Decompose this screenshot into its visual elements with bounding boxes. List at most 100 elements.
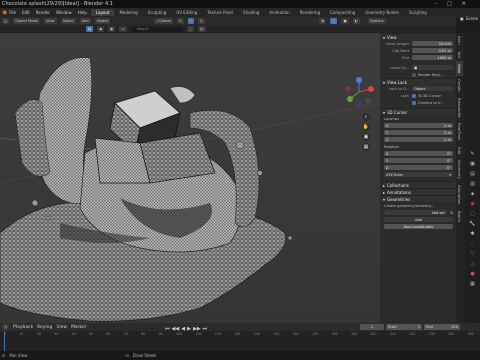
- tab-shading[interactable]: Shading: [238, 9, 264, 16]
- current-frame-field[interactable]: 1: [360, 324, 384, 330]
- render-region-checkbox[interactable]: [412, 72, 416, 77]
- timeline-editor-button[interactable]: ◷: [2, 324, 10, 330]
- proportional-button[interactable]: ◎: [197, 18, 205, 24]
- location-x-field[interactable]: X 0 m: [384, 123, 453, 128]
- mesh-select-button[interactable]: ◆: [97, 26, 105, 32]
- camera-icon[interactable]: ▣: [362, 133, 370, 141]
- rotation-y-field[interactable]: Y 0°: [384, 158, 453, 163]
- focal-length-field[interactable]: 50 mm: [412, 41, 453, 46]
- world-icon[interactable]: ◉: [470, 201, 474, 207]
- object-icon[interactable]: ▢: [470, 211, 475, 217]
- end-frame-field[interactable]: End 250: [424, 324, 460, 330]
- lock-camera-checkbox[interactable]: [412, 100, 416, 105]
- tab-animation[interactable]: Animation: [264, 9, 294, 16]
- location-z-field[interactable]: Z 0 m: [384, 137, 453, 142]
- view-layer-icon[interactable]: ▥: [470, 181, 475, 187]
- view-section-header[interactable]: ▾ View: [380, 33, 456, 40]
- constraints-icon[interactable]: ▽: [471, 251, 475, 257]
- tab-blenderkit[interactable]: BlenderKit: [456, 95, 463, 121]
- tab-texture-paint[interactable]: Texture Paint: [202, 9, 238, 16]
- filter-button[interactable]: ▦: [86, 26, 94, 32]
- keying-menu[interactable]: Keying: [37, 325, 52, 330]
- scene-icon[interactable]: ◈: [471, 191, 475, 197]
- collections-section-header[interactable]: ▸ Collections: [380, 181, 456, 188]
- rotation-x-field[interactable]: X 0°: [384, 151, 453, 156]
- add-menu[interactable]: Add: [79, 18, 91, 24]
- search-input[interactable]: Search: [130, 26, 183, 32]
- timeline-area[interactable]: 0 10 20 30 40 50 60 70 80 90 100 110 120…: [0, 331, 480, 351]
- data-icon[interactable]: △: [471, 261, 475, 267]
- tool-icon[interactable]: ✎: [470, 151, 474, 157]
- zoom-icon[interactable]: ⌕: [362, 113, 370, 121]
- snap-button[interactable]: ⌖: [187, 18, 194, 24]
- annotations-section-header[interactable]: ▸ Annotations: [380, 188, 456, 195]
- output-icon[interactable]: ▤: [470, 171, 475, 177]
- maximize-button[interactable]: □: [447, 1, 452, 7]
- render-icon[interactable]: ▣: [470, 161, 475, 167]
- tab-view[interactable]: View: [456, 61, 463, 77]
- overlays-button[interactable]: ◑: [318, 18, 327, 24]
- tab-geometry-nodes[interactable]: Geometry Nodes: [360, 9, 404, 16]
- snap-target-button[interactable]: ⬚: [186, 26, 195, 32]
- physics-icon[interactable]: ◌: [470, 241, 474, 247]
- menu-help[interactable]: Help: [78, 10, 87, 15]
- tab-realtime[interactable]: RealTime: [456, 120, 463, 143]
- tab-scripting[interactable]: Scripting: [404, 9, 432, 16]
- tab-rendering[interactable]: Rendering: [295, 9, 325, 16]
- clip-end-field[interactable]: 1000 m: [412, 55, 453, 60]
- editor-type-button[interactable]: ◫: [2, 18, 10, 24]
- playback-menu[interactable]: Playback: [13, 325, 33, 330]
- texture-icon[interactable]: ▦: [470, 281, 475, 287]
- add-button[interactable]: Add: [384, 217, 453, 222]
- options-button[interactable]: Options: [367, 18, 386, 24]
- tab-uv-editing[interactable]: UV Editing: [171, 9, 202, 16]
- tab-compositing[interactable]: Compositing: [325, 9, 360, 16]
- navigation-gizmo[interactable]: [344, 77, 374, 107]
- minimize-button[interactable]: –: [435, 1, 438, 7]
- grid-button[interactable]: ▤: [198, 26, 206, 32]
- pan-hand-icon[interactable]: ✋: [362, 123, 370, 131]
- object-menu[interactable]: Object: [94, 18, 111, 24]
- marker-menu[interactable]: Marker: [71, 325, 87, 330]
- location-y-field[interactable]: Y 0 m: [384, 130, 453, 135]
- shading-solid-button[interactable]: ●: [341, 18, 349, 24]
- menu-edit[interactable]: Edit: [22, 10, 30, 15]
- tab-create[interactable]: Create: [456, 76, 463, 95]
- shading-material-button[interactable]: ◐: [352, 18, 360, 24]
- not-set-field[interactable]: ◦ Not set: [384, 210, 447, 215]
- tab-batch[interactable]: Batch: [456, 208, 463, 225]
- visibility-button[interactable]: ◉: [108, 26, 116, 32]
- view-menu[interactable]: View: [44, 18, 57, 24]
- menu-window[interactable]: Window: [56, 10, 72, 15]
- settings-icon[interactable]: ⚙: [450, 211, 453, 215]
- timeline-view-menu[interactable]: View: [56, 325, 67, 330]
- start-frame-field[interactable]: Start 1: [386, 324, 422, 330]
- menu-file[interactable]: File: [9, 10, 16, 15]
- tab-tool[interactable]: Tool: [456, 48, 463, 61]
- tab-layout[interactable]: Layout: [90, 9, 115, 16]
- mode-selector[interactable]: Object Mode: [13, 18, 41, 24]
- local-camera-field[interactable]: ▣: [412, 65, 453, 70]
- camera-view-button[interactable]: ▭: [119, 26, 127, 32]
- non-coordinates-button[interactable]: Non-Coordinates: [384, 224, 453, 229]
- menu-render[interactable]: Render: [36, 10, 50, 15]
- tab-item[interactable]: Item: [456, 33, 463, 48]
- tab-edit[interactable]: Edit: [456, 144, 463, 157]
- tab-sculpting[interactable]: Sculpting: [143, 9, 172, 16]
- clip-start-field[interactable]: 0.01 m: [412, 48, 453, 53]
- pivot-button[interactable]: ⊙: [176, 18, 184, 24]
- blender-logo-icon[interactable]: ◉: [0, 9, 7, 16]
- cursor-section-header[interactable]: ▾ 3D Cursor: [380, 108, 456, 115]
- close-button[interactable]: ✕: [462, 1, 466, 7]
- geometries-section-header[interactable]: ▾ Geometries: [380, 195, 456, 202]
- material-icon[interactable]: ●: [470, 271, 474, 277]
- lock-cursor-checkbox[interactable]: [412, 93, 416, 98]
- 3d-viewport[interactable]: ⌕ ✋ ▣ ▦: [0, 33, 380, 323]
- ortho-grid-icon[interactable]: ▦: [362, 143, 370, 151]
- lock-object-field[interactable]: Object: [412, 86, 453, 91]
- tab-animation[interactable]: Animation: [456, 182, 463, 207]
- scene-selector[interactable]: ▣ Scene: [460, 16, 478, 21]
- rotation-z-field[interactable]: Z 0°: [384, 165, 453, 170]
- select-menu[interactable]: Select: [60, 18, 76, 24]
- tab-modeling[interactable]: Modeling: [114, 9, 142, 16]
